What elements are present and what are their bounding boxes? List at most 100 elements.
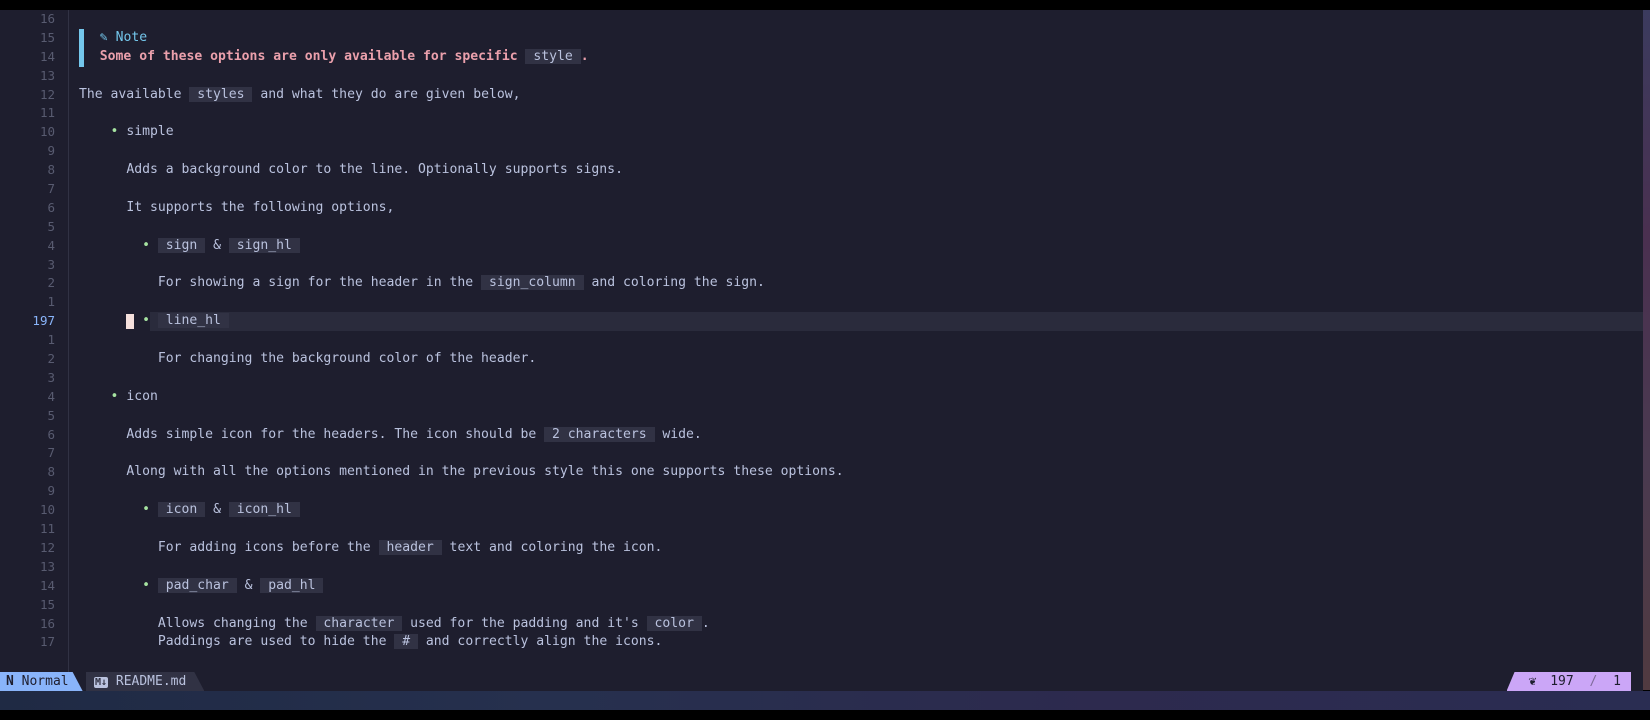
text-segment: simple (126, 124, 174, 140)
inline-code-text: styles (197, 86, 245, 102)
text-line[interactable] (79, 218, 1643, 237)
text-line[interactable]: • simple (79, 123, 1643, 142)
text-line[interactable] (79, 558, 1643, 577)
bullet-icon: • (142, 577, 150, 593)
mode-label: Normal (21, 674, 69, 689)
line-number: 15 (39, 596, 55, 612)
inline-code: sign (157, 237, 206, 253)
text-line[interactable]: It supports the following options, (79, 199, 1643, 218)
text-line[interactable] (79, 293, 1643, 312)
inline-code: header (378, 539, 442, 555)
window-edge (1643, 10, 1650, 690)
inline-code-text: line_hl (165, 313, 221, 329)
text-line[interactable]: ✎ Note (79, 28, 1643, 48)
text-line[interactable]: For changing the background color of the… (79, 350, 1643, 369)
text-segment: Along with all the options mentioned in … (126, 464, 844, 480)
text-line[interactable] (79, 369, 1643, 388)
markdown-icon: M↓ (95, 677, 108, 688)
statusline: N Normal M↓ README.md ❦ 197 / 1 (0, 672, 1643, 691)
text-segment: For showing a sign for the header in the (157, 275, 482, 291)
line-number-gutter: 16 15 14 13 12 11 10 9 8 7 6 5 4 3 2 1 197 1 2 3 4 5 6 7 8 9 10 11 1… (0, 10, 69, 672)
inline-code: style (525, 48, 581, 64)
text-line[interactable] (79, 596, 1643, 615)
line-number: 4 (47, 388, 55, 404)
text-line[interactable] (79, 180, 1643, 199)
text-segment: & (236, 577, 261, 593)
line-number: 2 (47, 351, 55, 367)
text-segment: For changing the background color of the… (157, 351, 537, 367)
inline-code: pad_hl (260, 577, 324, 593)
text-line[interactable]: Some of these options are only available… (79, 47, 1643, 67)
text-segment: Note (115, 29, 148, 45)
text-segment: wide. (654, 426, 702, 442)
text-line[interactable] (79, 331, 1643, 350)
line-number: 5 (47, 218, 55, 234)
text-segment: and correctly align the icons. (418, 634, 663, 650)
text-line[interactable] (79, 142, 1643, 161)
line-number: 9 (47, 143, 55, 159)
text-line[interactable]: • pad_char & pad_hl (79, 577, 1643, 596)
text-line[interactable] (79, 104, 1643, 123)
text-line[interactable]: Adds a background color to the line. Opt… (79, 161, 1643, 180)
text-line[interactable]: Paddings are used to hide the # and corr… (79, 633, 1643, 652)
file-name-segment[interactable]: M↓ README.md (86, 672, 204, 691)
text-line[interactable]: Allows changing the character used for t… (79, 615, 1643, 634)
inline-code: sign_hl (228, 237, 300, 253)
text-line[interactable]: Along with all the options mentioned in … (79, 463, 1643, 482)
text-line[interactable]: • icon & icon_hl (79, 501, 1643, 520)
text-line[interactable]: For adding icons before the header text … (79, 539, 1643, 558)
line-number: 5 (47, 407, 55, 423)
inline-code-text: icon_hl (236, 502, 292, 518)
neovim-icon: N (6, 674, 14, 689)
line-number: 7 (47, 181, 55, 197)
text-line[interactable] (79, 520, 1643, 539)
cursorline-highlight (149, 312, 1643, 332)
text-line[interactable] (79, 256, 1643, 275)
text-line[interactable]: The available styles and what they do ar… (79, 86, 1643, 105)
file-name: README.md (115, 674, 187, 689)
text-segment: . (701, 615, 710, 631)
inline-code: styles (189, 86, 253, 102)
inline-code: icon (157, 502, 206, 518)
text-line[interactable] (79, 407, 1643, 426)
text-line[interactable] (79, 10, 1643, 29)
inline-code-text: style (533, 48, 573, 64)
inline-code-text: color (654, 615, 694, 631)
inline-code: character (315, 615, 403, 631)
text-line[interactable]: • icon (79, 388, 1643, 407)
text-segment: Adds simple icon for the headers. The ic… (126, 426, 545, 442)
inline-code-text: header (386, 539, 434, 555)
editor[interactable]: 16 15 14 13 12 11 10 9 8 7 6 5 4 3 2 1 197 1 2 3 4 5 6 7 8 9 10 11 1… (0, 10, 1643, 672)
inline-code: sign_column (481, 275, 584, 291)
buffer-text[interactable]: ✎ Note Some of these options are only av… (79, 10, 1643, 652)
text-line[interactable] (79, 482, 1643, 501)
text-line[interactable] (79, 67, 1643, 86)
line-number: 7 (47, 445, 55, 461)
text-segment: text and coloring the icon. (441, 539, 663, 555)
text-line[interactable]: For showing a sign for the header in the… (79, 274, 1643, 293)
line-number: 14 (39, 48, 55, 64)
line-number: 17 (39, 634, 55, 650)
separator: / (1589, 674, 1598, 689)
line-number: 16 (39, 11, 55, 26)
current-line[interactable]: • line_hl (79, 312, 1643, 332)
text-line[interactable] (79, 444, 1643, 463)
text-line[interactable]: • sign & sign_hl (79, 237, 1643, 256)
text-segment: For adding icons before the (157, 539, 379, 555)
inline-code-text: pad_hl (268, 577, 316, 593)
line-number: 13 (39, 67, 55, 83)
text-line[interactable]: Adds simple icon for the headers. The ic… (79, 426, 1643, 445)
inline-code-text: sign_hl (236, 237, 292, 253)
